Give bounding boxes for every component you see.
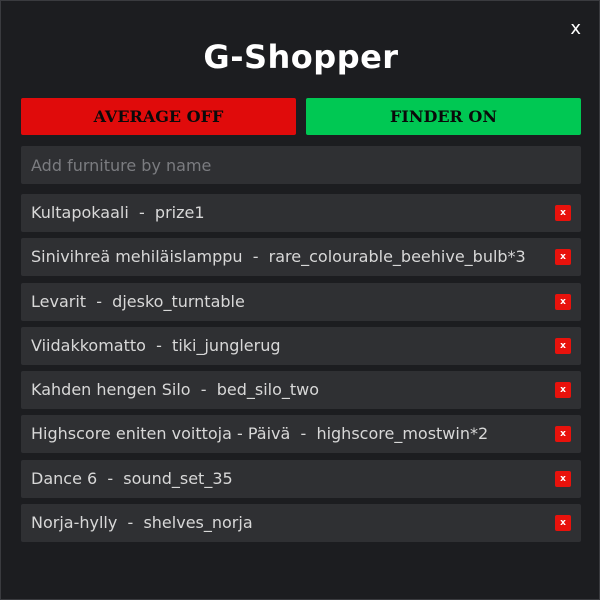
item-name: Viidakkomatto (31, 335, 146, 355)
toggle-button-row: AVERAGE OFF FINDER ON (21, 98, 581, 135)
list-item: Highscore eniten voittoja - Päivä - high… (21, 415, 581, 454)
app-title: G-Shopper (203, 38, 399, 76)
item-separator: - (190, 380, 217, 400)
item-name: Levarit (31, 291, 87, 311)
remove-icon[interactable]: x (555, 470, 571, 487)
list-item: Viidakkomatto - tiki_junglerug x (21, 326, 581, 365)
g-shopper-window: x G-Shopper AVERAGE OFF FINDER ON Kultap… (0, 0, 600, 600)
item-code: shelves_norja (143, 513, 253, 533)
item-code: tiki_junglerug (172, 335, 281, 355)
item-name: Highscore eniten voittoja - Päivä (31, 424, 291, 444)
item-separator: - (128, 203, 155, 222)
item-separator: - (86, 291, 113, 311)
item-code: rare_colourable_beehive_bulb*3 (268, 247, 526, 267)
furniture-search-input[interactable] (21, 146, 581, 184)
remove-icon[interactable]: x (555, 293, 571, 310)
item-name: Sinivihreä mehiläislamppu (31, 247, 243, 267)
remove-icon[interactable]: x (555, 205, 571, 221)
remove-icon[interactable]: x (555, 382, 571, 399)
item-name: Kahden hengen Silo (31, 380, 191, 400)
list-item: Norja-hylly - shelves_norja x (21, 504, 581, 543)
item-separator: - (97, 468, 124, 488)
item-separator: - (242, 247, 269, 267)
item-separator: - (117, 513, 144, 533)
list-item: Kultapokaali - prize1 x (21, 194, 581, 232)
average-toggle-button[interactable]: AVERAGE OFF (21, 98, 296, 135)
item-code: djesko_turntable (112, 291, 245, 311)
item-name: Dance 6 (31, 468, 98, 488)
item-name: Kultapokaali (31, 203, 129, 222)
item-code: prize1 (154, 203, 205, 222)
item-name: Norja-hylly (31, 513, 118, 533)
item-code: sound_set_35 (123, 468, 233, 488)
list-item: Dance 6 - sound_set_35 x (21, 459, 581, 498)
finder-toggle-button[interactable]: FINDER ON (306, 98, 581, 135)
list-item: Sinivihreä mehiläislamppu - rare_coloura… (21, 238, 581, 277)
item-separator: - (145, 335, 173, 355)
item-code: highscore_mostwin*2 (316, 424, 489, 444)
furniture-list: Kultapokaali - prize1 x Sinivihreä mehiläi… (21, 194, 581, 548)
remove-icon[interactable]: x (555, 337, 571, 354)
remove-icon[interactable]: x (555, 426, 571, 443)
item-code: bed_silo_two (216, 380, 320, 400)
remove-icon[interactable]: x (555, 515, 571, 532)
remove-icon[interactable]: x (555, 249, 571, 266)
list-item: Kahden hengen Silo - bed_silo_two x (21, 371, 581, 410)
list-item: Levarit - djesko_turntable x (21, 282, 581, 321)
item-separator: - (290, 424, 317, 444)
